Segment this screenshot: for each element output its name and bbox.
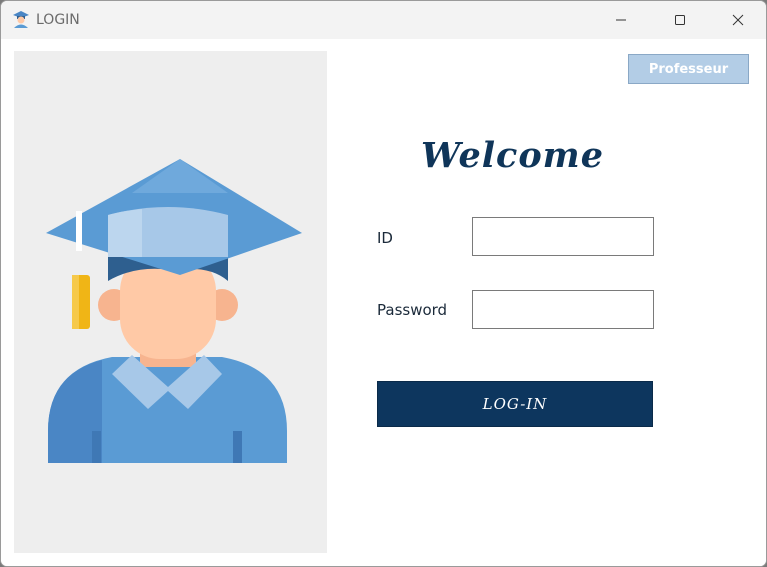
maximize-button[interactable] bbox=[651, 1, 709, 39]
welcome-heading: Welcome bbox=[421, 135, 604, 176]
client-area: Professeur Welcome ID Password LOG-IN bbox=[1, 39, 766, 566]
password-input[interactable] bbox=[472, 290, 654, 329]
graduate-student-icon bbox=[46, 159, 302, 463]
window-title: LOGIN bbox=[36, 12, 80, 28]
password-label: Password bbox=[377, 301, 448, 319]
id-label: ID bbox=[377, 229, 393, 247]
graduate-icon bbox=[13, 11, 29, 28]
login-button[interactable]: LOG-IN bbox=[377, 381, 653, 427]
minimize-button[interactable] bbox=[592, 1, 650, 39]
minimize-icon bbox=[616, 19, 626, 21]
professeur-button[interactable]: Professeur bbox=[628, 54, 749, 84]
id-input[interactable] bbox=[472, 217, 654, 256]
close-button[interactable] bbox=[709, 1, 766, 39]
login-window: LOGIN Professeur Welcome ID Password LOG… bbox=[0, 0, 767, 567]
title-bar[interactable]: LOGIN bbox=[1, 1, 766, 39]
close-icon bbox=[732, 14, 744, 26]
illustration-panel bbox=[14, 51, 327, 553]
maximize-icon bbox=[675, 15, 685, 25]
